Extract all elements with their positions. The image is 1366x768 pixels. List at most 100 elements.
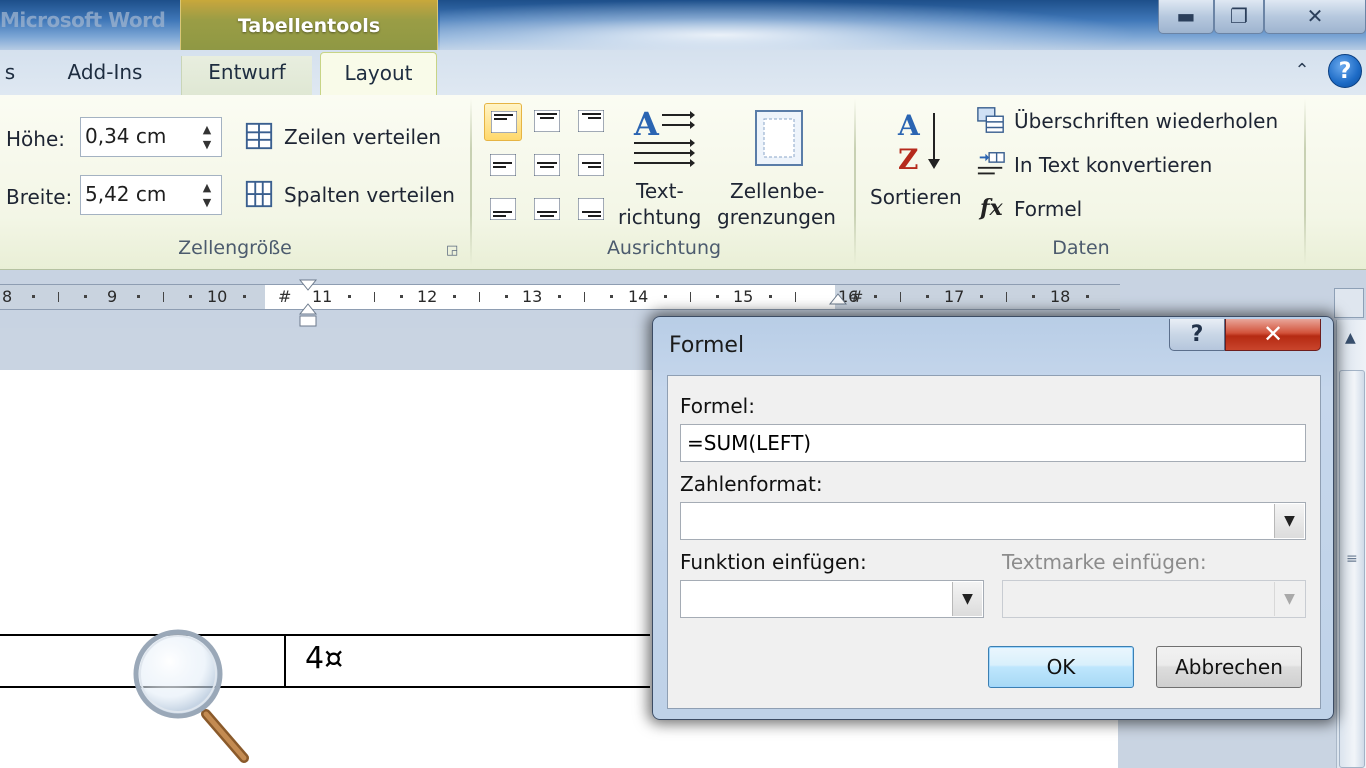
- repeat-headers-button[interactable]: Überschriften wiederholen: [974, 105, 1294, 139]
- chevron-down-icon[interactable]: ▼: [1274, 504, 1304, 538]
- ruler-dot: [137, 295, 140, 298]
- ruler-dot: [505, 295, 508, 298]
- align-center-right-button[interactable]: [572, 147, 610, 185]
- restore-button[interactable]: ❐: [1214, 0, 1264, 34]
- ruler-tick: [584, 292, 585, 302]
- formula-button[interactable]: fx Formel: [974, 193, 1114, 227]
- indent-marker-icon[interactable]: [298, 278, 318, 330]
- horizontal-ruler[interactable]: 8 9 10 11 12 13 14 15 16 17 18 # #: [0, 284, 1120, 310]
- distribute-columns-icon: [245, 180, 273, 208]
- cell-margins-icon: [755, 110, 803, 166]
- ruler-tick: [1006, 292, 1007, 302]
- spin-down-icon[interactable]: ▼: [199, 138, 215, 151]
- align-center-button[interactable]: [528, 147, 566, 185]
- width-value: 5,42 cm: [85, 182, 167, 206]
- align-bottom-left-button[interactable]: [484, 191, 522, 229]
- align-top-center-button[interactable]: [528, 103, 566, 141]
- paste-function-dropdown[interactable]: ▼: [680, 580, 984, 618]
- convert-to-text-label: In Text konvertieren: [1014, 153, 1213, 177]
- align-top-left-button[interactable]: [484, 103, 522, 141]
- tab-partial[interactable]: s: [0, 56, 20, 96]
- cancel-button[interactable]: Abbrechen: [1156, 646, 1302, 688]
- tab-entwurf[interactable]: Entwurf: [181, 56, 312, 96]
- column-marker-icon[interactable]: #: [278, 287, 291, 306]
- align-bottom-right-icon: [578, 198, 604, 220]
- right-indent-marker-icon[interactable]: [828, 290, 848, 310]
- text-direction-icon: A: [633, 105, 695, 167]
- ruler-tick: [479, 292, 480, 302]
- height-spinbox[interactable]: 0,34 cm ▲ ▼: [80, 117, 222, 157]
- spin-down-icon[interactable]: ▼: [199, 196, 215, 209]
- ruler-dot: [1086, 295, 1089, 298]
- svg-text:Z: Z: [898, 143, 918, 173]
- ruler-number: 18: [1050, 287, 1071, 306]
- minimize-button[interactable]: ▬: [1158, 0, 1214, 34]
- distribute-rows-button[interactable]: Zeilen verteilen: [244, 121, 454, 155]
- scrollbar-thumb[interactable]: ≡: [1339, 370, 1365, 768]
- distribute-rows-icon: [245, 122, 273, 150]
- ruler-toggle-icon[interactable]: [1334, 288, 1364, 318]
- align-center-left-button[interactable]: [484, 147, 522, 185]
- convert-to-text-button[interactable]: In Text konvertieren: [974, 149, 1234, 183]
- help-icon[interactable]: ?: [1328, 54, 1362, 88]
- table-cell-value[interactable]: 4¤: [305, 641, 343, 676]
- svg-text:A: A: [897, 109, 921, 142]
- ruler-number: 10: [207, 287, 228, 306]
- magnifier-icon: [133, 629, 249, 763]
- text-direction-button[interactable]: A Text- richtung: [614, 101, 710, 233]
- context-tab-group-label: Tabellentools: [237, 15, 381, 37]
- formula-input[interactable]: =SUM(LEFT): [680, 424, 1306, 462]
- scroll-up-icon[interactable]: ▲: [1345, 330, 1356, 346]
- ruler-dot: [348, 295, 351, 298]
- width-spinbox[interactable]: 5,42 cm ▲ ▼: [80, 175, 222, 215]
- ruler-tick: [900, 292, 901, 302]
- spin-up-icon[interactable]: ▲: [199, 123, 215, 136]
- context-tab-group-tabellentools: Tabellentools: [180, 0, 438, 50]
- chevron-down-icon[interactable]: ▼: [952, 582, 982, 616]
- title-bar-background: [440, 0, 1140, 50]
- ribbon-collapse-icon[interactable]: ⌃: [1288, 60, 1316, 81]
- ruler-tick: [374, 292, 375, 302]
- ruler-dot: [769, 295, 772, 298]
- ruler-dot: [189, 295, 192, 298]
- ruler-number: 14: [628, 287, 649, 306]
- width-label: Breite:: [6, 185, 73, 209]
- sort-button[interactable]: A Z Sortieren: [866, 101, 970, 231]
- ruler-number: 9: [107, 287, 118, 306]
- close-window-button[interactable]: ✕: [1264, 0, 1366, 34]
- spin-up-icon[interactable]: ▲: [199, 181, 215, 194]
- ruler-dot: [980, 295, 983, 298]
- ribbon: Höhe: 0,34 cm ▲ ▼ Breite: 5,42 cm ▲ ▼ Ze…: [0, 95, 1366, 270]
- table-border: [0, 634, 650, 636]
- distribute-columns-button[interactable]: Spalten verteilen: [244, 179, 464, 213]
- ruler-number: 8: [2, 287, 13, 306]
- column-marker-icon[interactable]: #: [850, 287, 863, 306]
- align-top-left-icon: [491, 111, 517, 133]
- group-separator: [1304, 99, 1306, 265]
- number-format-combobox[interactable]: ▼: [680, 502, 1306, 540]
- align-bottom-center-button[interactable]: [528, 191, 566, 229]
- ruler-dot: [84, 295, 87, 298]
- height-label: Höhe:: [6, 127, 65, 151]
- paste-bookmark-label: Textmarke einfügen:: [1002, 550, 1207, 574]
- align-top-right-button[interactable]: [572, 103, 610, 141]
- cell-margins-button[interactable]: Zellenbe- grenzungen: [714, 101, 846, 233]
- align-center-left-icon: [490, 154, 516, 176]
- group-label-alignment: Ausrichtung: [606, 237, 722, 259]
- tab-add-ins[interactable]: Add-Ins: [45, 56, 165, 96]
- dialog-help-button[interactable]: ?: [1169, 319, 1225, 351]
- cell-margins-label-2: grenzungen: [717, 205, 836, 229]
- fx-icon: fx: [980, 195, 1003, 221]
- dialog-close-button[interactable]: ✕: [1225, 319, 1321, 351]
- ruler-dot: [874, 295, 877, 298]
- ruler-number: 17: [944, 287, 965, 306]
- repeat-header-rows-icon: [977, 107, 1004, 133]
- table-border: [0, 686, 650, 688]
- svg-text:A: A: [633, 105, 660, 143]
- vertical-scrollbar[interactable]: ▲ ≡: [1336, 320, 1366, 768]
- dialog-launcher-icon[interactable]: ◲: [446, 243, 458, 258]
- paste-bookmark-dropdown: ▼: [1002, 580, 1306, 618]
- tab-layout[interactable]: Layout: [320, 52, 437, 98]
- ok-button[interactable]: OK: [988, 646, 1134, 688]
- align-bottom-right-button[interactable]: [572, 191, 610, 229]
